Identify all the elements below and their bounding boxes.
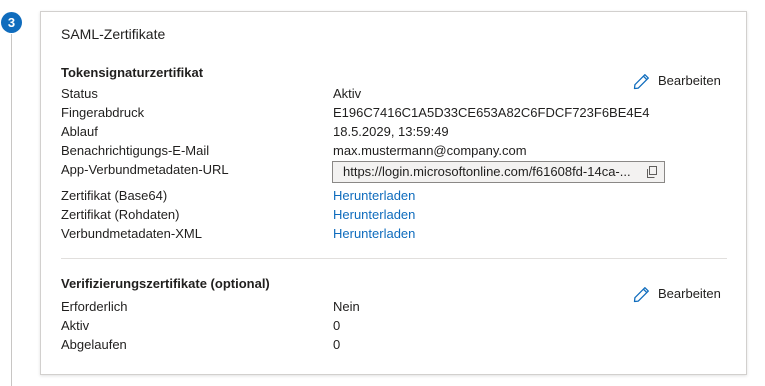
verification-section-title: Verifizierungszertifikate (optional) — [61, 276, 270, 291]
row-label: Abgelaufen — [61, 337, 127, 352]
row-label: Fingerabdruck — [61, 105, 145, 120]
token-signing-section-title: Tokensignaturzertifikat — [61, 65, 204, 80]
row-label: Zertifikat (Rohdaten) — [61, 207, 180, 222]
section-divider — [61, 258, 727, 259]
row-value: Aktiv — [333, 86, 362, 101]
token-row-notification-email: Benachrichtigungs-E-Mail max.mustermann@… — [61, 142, 701, 160]
row-label: Ablauf — [61, 124, 98, 139]
saml-certificates-card: SAML-Zertifikate Tokensignaturzertifikat… — [40, 11, 747, 375]
row-value: 0 — [333, 337, 341, 352]
token-row-status: Status Aktiv — [61, 85, 701, 103]
verify-row-expired: Abgelaufen 0 — [61, 336, 701, 354]
row-value: max.mustermann@company.com — [333, 143, 527, 158]
download-raw-link[interactable]: Herunterladen — [333, 206, 415, 224]
token-row-cert-raw: Zertifikat (Rohdaten) Herunterladen — [61, 206, 701, 224]
verify-row-active: Aktiv 0 — [61, 317, 701, 335]
verify-row-required: Erforderlich Nein — [61, 298, 701, 316]
row-label: Erforderlich — [61, 299, 128, 314]
token-row-expiration: Ablauf 18.5.2029, 13:59:49 — [61, 123, 701, 141]
token-row-cert-base64: Zertifikat (Base64) Herunterladen — [61, 187, 701, 205]
download-base64-link[interactable]: Herunterladen — [333, 187, 415, 205]
copy-icon[interactable] — [646, 166, 658, 178]
step-connector-line — [11, 34, 12, 386]
download-metadata-xml-link[interactable]: Herunterladen — [333, 225, 415, 243]
row-label: Aktiv — [61, 318, 90, 333]
token-row-thumbprint: Fingerabdruck E196C7416C1A5D33CE653A82C6… — [61, 104, 701, 122]
row-value: Nein — [333, 299, 360, 314]
row-label: App-Verbundmetadaten-URL — [61, 162, 229, 177]
card-title: SAML-Zertifikate — [61, 26, 166, 42]
row-label: Verbundmetadaten-XML — [61, 226, 202, 241]
row-value: 0 — [333, 318, 341, 333]
step-number-badge: 3 — [1, 12, 22, 33]
row-value: 18.5.2029, 13:59:49 — [333, 124, 449, 139]
metadata-url-field[interactable]: https://login.microsoftonline.com/f61608… — [332, 161, 665, 183]
row-label: Benachrichtigungs-E-Mail — [61, 143, 210, 158]
row-label: Status — [61, 86, 98, 101]
row-value: E196C7416C1A5D33CE653A82C6FDCF723F6BE4E4 — [333, 105, 650, 120]
metadata-url-value: https://login.microsoftonline.com/f61608… — [343, 164, 631, 179]
row-label: Zertifikat (Base64) — [61, 188, 168, 203]
token-row-metadata-xml: Verbundmetadaten-XML Herunterladen — [61, 225, 701, 243]
